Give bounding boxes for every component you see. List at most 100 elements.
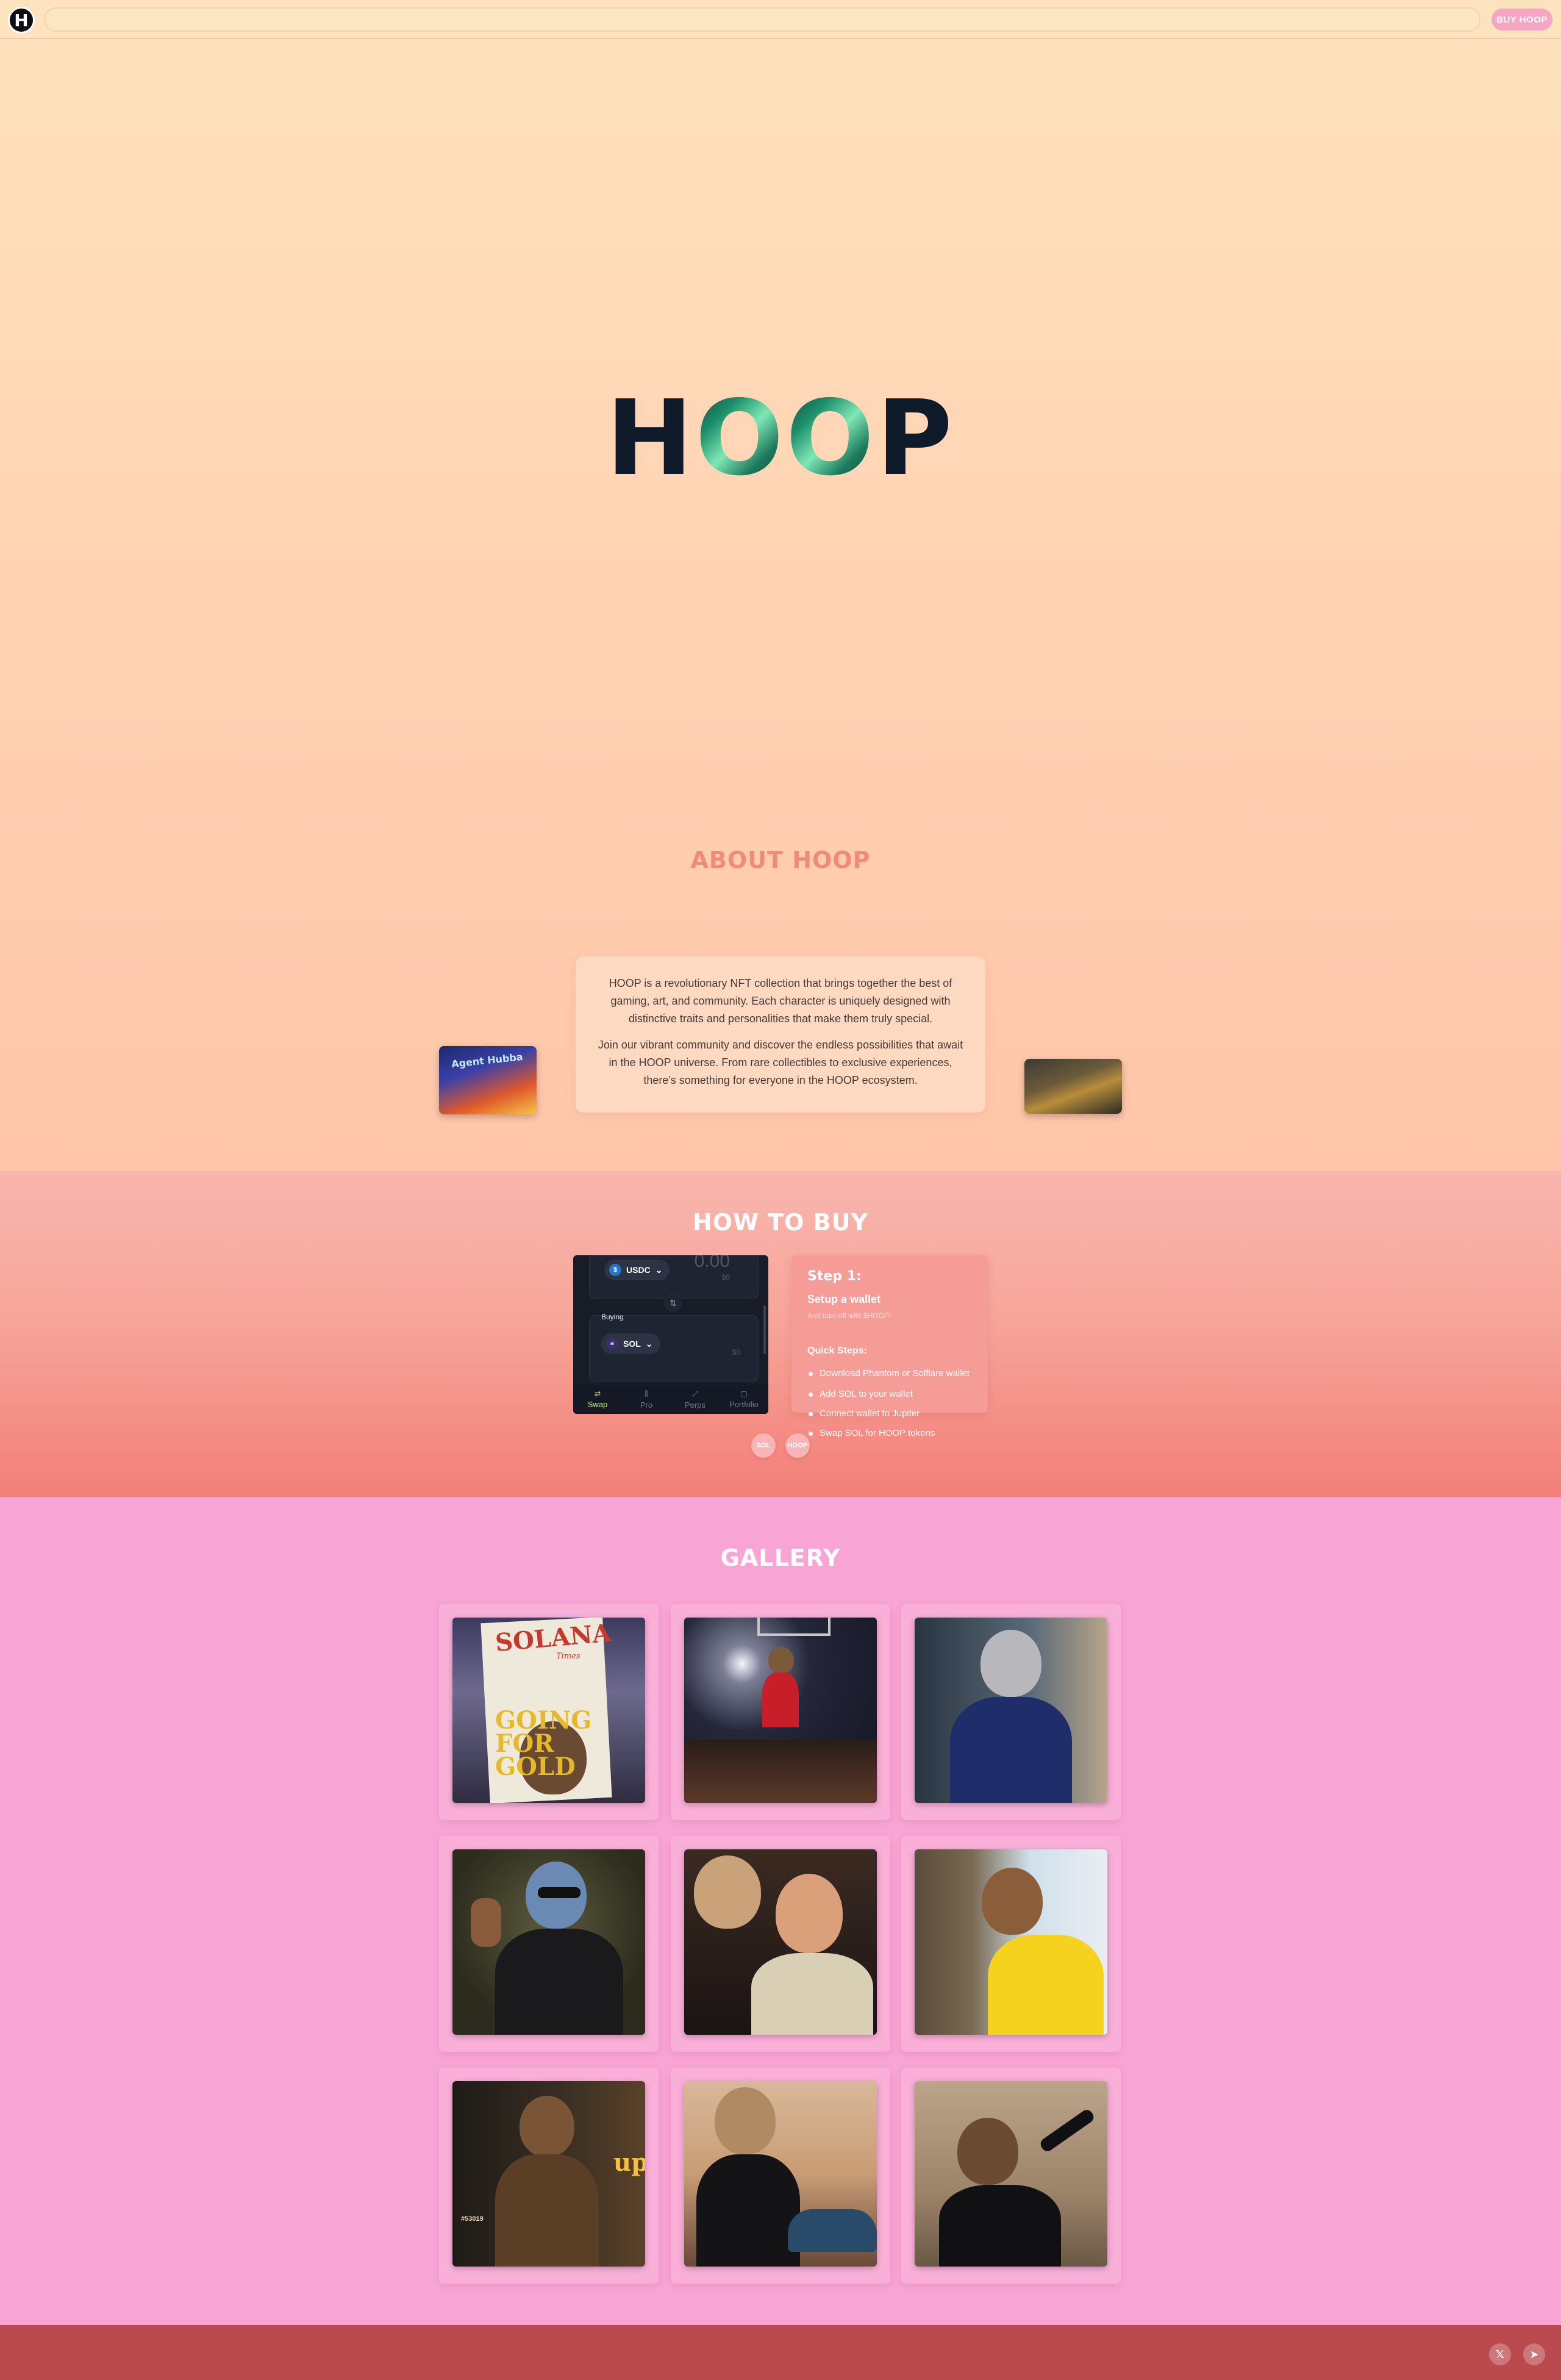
about-image-sign: Agent Hubba [451,1050,524,1070]
gallery-image: ups #53019 [452,2081,645,2267]
gallery-image [915,2081,1107,2267]
scrollbar[interactable] [763,1305,766,1354]
gallery-card[interactable] [901,2068,1121,2284]
sell-token-selector[interactable]: $ USDC ⌄ [604,1260,670,1280]
list-item: Swap SOL for HOOP tokens [807,1427,972,1439]
tuxedo [939,2185,1061,2267]
tab-swap[interactable]: ⇄ Swap [573,1385,622,1414]
footer: 𝕏 ➤ [0,2325,1561,2380]
character-face [520,2096,574,2157]
step-number: Step 1: [807,1269,862,1284]
tab-portfolio[interactable]: ▢ Portfolio [720,1385,768,1414]
hero-letter-h: H [606,378,696,499]
tab-label: Swap [587,1400,608,1409]
about-card: HOOP is a revolutionary NFT collection t… [576,956,985,1113]
tab-perps[interactable]: ⤢ Perps [671,1385,720,1414]
gallery-image [915,1618,1107,1803]
search-input[interactable] [44,7,1481,32]
jupiter-swap-widget: $ USDC ⌄ 0.00 $0 ⇅ Buying ≡ SOL ⌄ $0 ⇄ S… [573,1255,768,1414]
hero-letter-o2: O [785,378,877,499]
uniform [495,2154,599,2267]
character-face [982,1868,1043,1935]
newspaper-subtitle: Times [556,1652,580,1661]
character-face [981,1630,1041,1697]
buy-usd-value: $0 [732,1348,740,1357]
chevron-down-icon: ⌄ [645,1338,653,1349]
hero-letter-o1: O [695,378,786,499]
gallery-card[interactable]: ups #53019 [439,2068,659,2284]
hoop-coin-badge: HOOP [785,1433,810,1458]
list-item: Add SOL to your wallet [807,1388,972,1400]
gallery-card[interactable] [671,1836,890,2052]
swap-icon: ⇄ [594,1389,601,1398]
buy-hoop-button[interactable]: BUY HOOP [1491,9,1552,30]
sell-panel: $ USDC ⌄ 0.00 $0 [589,1255,759,1299]
crowd [684,1740,877,1803]
usdc-icon: $ [609,1264,621,1276]
character-face [694,1855,761,1929]
gallery-section: GALLERY SOLANA Times GOING FOR GOLD up #… [0,1497,1561,2325]
telegram-icon[interactable]: ➤ [1523,2343,1545,2365]
basketball-hoop [757,1618,831,1636]
hero-letter-p: P [876,378,955,499]
quick-steps-label: Quick Steps: [807,1346,867,1356]
yellow-suit [988,1935,1104,2035]
gallery-card[interactable] [671,2068,890,2284]
top-nav: H BUY HOOP [0,0,1561,39]
x-twitter-icon[interactable]: 𝕏 [1489,2343,1511,2365]
step-heading: Setup a wallet [807,1293,881,1305]
about-image-left: Agent Hubba [439,1046,537,1114]
buy-token-selector[interactable]: ≡ SOL ⌄ [601,1333,660,1354]
how-to-buy-section: HOW TO BUY $ USDC ⌄ 0.00 $0 ⇅ Buying ≡ S… [0,1171,1561,1497]
raised-hand [471,1898,501,1947]
character-face [715,2087,776,2154]
gallery-image: SOLANA Times GOING FOR GOLD [452,1618,645,1803]
newspaper-headline: GOING FOR GOLD [495,1708,591,1781]
perps-icon: ⤢ [692,1389,698,1398]
tab-label: Portfolio [729,1400,759,1409]
gallery-image [684,1849,877,2035]
sunglasses [538,1887,580,1898]
quick-steps-list: Download Phantom or Solflare wallet Add … [807,1367,972,1447]
gallery-image [684,1618,877,1803]
sell-amount[interactable]: 0.00 [695,1255,730,1272]
headline-line-3: GOLD [495,1752,576,1781]
raised-arm [1038,2107,1096,2154]
gallery-image [915,1849,1107,2035]
jersey [762,1672,799,1727]
step-card: Step 1: Setup a wallet And take off with… [791,1255,988,1438]
gallery-title: GALLERY [720,1544,841,1571]
about-image-right [1024,1059,1122,1114]
suit [950,1697,1072,1803]
character-face [957,2118,1018,2185]
gallery-card[interactable] [901,1604,1121,1820]
step-subheading: And take off with $HOOP! [807,1311,891,1320]
about-paragraph-1: HOOP is a revolutionary NFT collection t… [609,977,952,1025]
courier-logo: ups [613,2148,645,2177]
swap-tab-bar: ⇄ Swap ⫼ Pro ⤢ Perps ▢ Portfolio [573,1385,768,1414]
gallery-image [684,2081,877,2267]
gallery-card[interactable]: SOLANA Times GOING FOR GOLD [439,1604,659,1820]
courier-id: #53019 [461,2215,484,2223]
tab-label: Perps [685,1400,705,1410]
about-paragraph-2: Join our vibrant community and discover … [598,1039,963,1086]
gallery-card[interactable] [901,1836,1121,2052]
swap-direction-icon[interactable]: ⇅ [665,1294,682,1311]
buying-label: Buying [601,1313,624,1321]
character-face [768,1647,794,1674]
hero-title: HOOP [0,378,1561,499]
sports-car [788,2209,877,2252]
pro-icon: ⫼ [645,1389,648,1398]
jacket [751,1953,873,2035]
hoop-logo-icon[interactable]: H [8,7,35,34]
sell-usd-value: $0 [721,1273,730,1281]
tab-pro[interactable]: ⫼ Pro [622,1385,671,1414]
gallery-card[interactable] [671,1604,890,1820]
chevron-down-icon: ⌄ [655,1264,663,1275]
person-face [776,1874,843,1953]
list-item: Download Phantom or Solflare wallet [807,1367,972,1380]
about-title: ABOUT HOOP [690,847,871,873]
gallery-card[interactable] [439,1836,659,2052]
list-item: Connect wallet to Jupiter [807,1408,972,1420]
tshirt [696,2154,800,2267]
